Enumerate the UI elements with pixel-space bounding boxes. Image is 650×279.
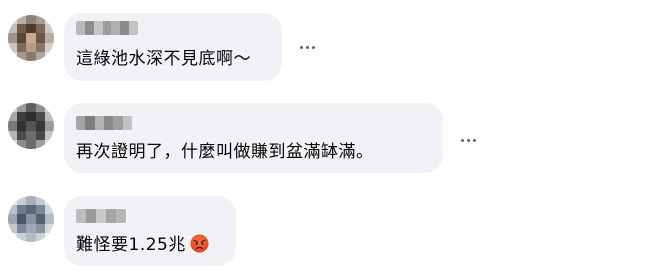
comment-text: 再次證明了，什麼叫做賺到盆滿缽滿。 (76, 142, 374, 162)
avatar[interactable] (8, 15, 54, 61)
avatar[interactable] (8, 103, 54, 149)
more-options-icon[interactable] (291, 37, 323, 57)
comment-text: 難怪要1.25兆 (76, 234, 209, 256)
author-name[interactable] (76, 209, 126, 223)
author-name[interactable] (76, 21, 138, 35)
comment-item: 難怪要1.25兆 (0, 185, 650, 279)
avatar[interactable] (8, 196, 54, 242)
comment-item: 這綠池水深不見底啊～ (0, 0, 650, 90)
comment-text: 這綠池水深不見底啊～ (76, 49, 251, 69)
comment-bubble: 再次證明了，什麼叫做賺到盆滿缽滿。 (64, 103, 443, 173)
comment-bubble: 這綠池水深不見底啊～ (64, 13, 282, 81)
author-name[interactable] (76, 116, 132, 130)
comment-item: 再次證明了，什麼叫做賺到盆滿缽滿。 (0, 90, 650, 185)
comment-text-content: 難怪要1.25兆 (76, 235, 186, 255)
more-options-icon[interactable] (452, 130, 484, 150)
comment-bubble: 難怪要1.25兆 (64, 196, 236, 266)
angry-face-emoji-icon (190, 234, 209, 253)
